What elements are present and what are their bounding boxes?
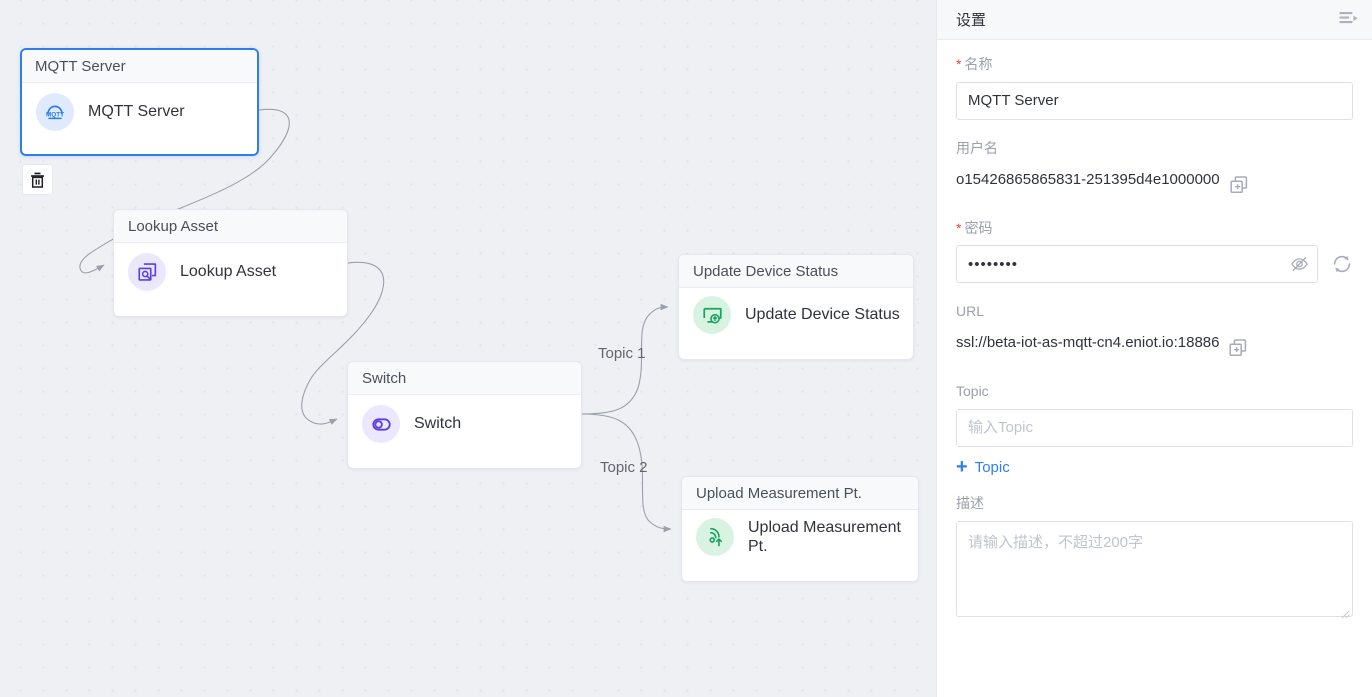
field-password: * 密码: [956, 220, 1353, 284]
node-body: Switch: [348, 395, 581, 453]
lookup-asset-icon: [128, 253, 166, 291]
copy-icon[interactable]: [1230, 166, 1248, 194]
field-topic-label: Topic: [956, 383, 989, 400]
node-switch[interactable]: Switch Switch: [347, 361, 582, 469]
settings-panel-header: 设置: [937, 0, 1372, 40]
field-name-label: * 名称: [956, 56, 1353, 73]
svg-text:MQTT: MQTT: [46, 111, 64, 118]
update-device-status-icon: [693, 296, 731, 334]
node-header-title: Update Device Status: [679, 255, 913, 288]
eye-off-icon[interactable]: [1290, 255, 1309, 274]
edge-label-topic-2: Topic 2: [600, 459, 648, 476]
node-body: MQTT MQTT Server: [22, 83, 257, 141]
required-asterisk: *: [956, 219, 962, 236]
field-password-label: * 密码: [956, 220, 1353, 237]
field-url-label: URL: [956, 303, 985, 320]
plus-icon: +: [956, 455, 968, 478]
password-row: [956, 245, 1353, 284]
settings-panel-title: 设置: [956, 12, 987, 29]
url-value-row: ssl://beta-iot-as-mqtt-cn4.eniot.io:1888…: [956, 329, 1353, 357]
required-asterisk: *: [956, 56, 962, 72]
refresh-icon[interactable]: [1331, 253, 1353, 275]
password-input-wrap: [956, 245, 1318, 284]
field-url: URL ssl://beta-iot-as-mqtt-cn4.eniot.io:…: [956, 303, 1353, 357]
flow-canvas[interactable]: MQTT Server MQTT MQTT Server Lookup Asse…: [0, 0, 936, 697]
node-header-title: Lookup Asset: [114, 210, 347, 243]
node-header-title: Switch: [348, 362, 581, 395]
node-update-device-status[interactable]: Update Device Status Update Device Statu…: [678, 254, 914, 360]
workflow-editor: MQTT Server MQTT MQTT Server Lookup Asse…: [0, 0, 1372, 697]
settings-panel: 设置 *名称 用户名 o154268658658: [936, 0, 1372, 697]
node-label: Switch: [414, 415, 462, 433]
node-body: Upload Measurement Pt.: [682, 510, 918, 564]
field-name: * 名称: [956, 56, 1353, 120]
node-label: Upload Measurement Pt.: [748, 519, 901, 556]
username-value-row: o15426865865831-251395d4e1000000: [956, 166, 1353, 194]
node-body: Update Device Status: [679, 288, 913, 342]
node-upload-measurement-pt[interactable]: Upload Measurement Pt. Upload Measuremen…: [681, 476, 919, 582]
field-username: 用户名 o15426865865831-251395d4e1000000: [956, 140, 1353, 194]
node-lookup-asset[interactable]: Lookup Asset Lookup Asset: [113, 209, 348, 317]
node-header-title: MQTT Server: [22, 50, 257, 83]
name-input[interactable]: [956, 81, 1353, 120]
node-label: MQTT Server: [88, 103, 185, 121]
field-password-label-text: 密码: [964, 219, 993, 236]
upload-measurement-icon: [696, 518, 734, 557]
password-input[interactable]: [956, 245, 1318, 284]
settings-form: *名称 用户名 o15426865865831-251395d4e1000000: [937, 40, 1372, 622]
description-textarea[interactable]: [956, 520, 1353, 617]
collapse-panel-icon[interactable]: [1339, 11, 1359, 28]
field-description: 描述: [956, 495, 1353, 622]
field-description-label: 描述: [956, 494, 984, 511]
node-header-title: Upload Measurement Pt.: [682, 477, 918, 510]
node-label: Lookup Asset: [180, 263, 277, 281]
switch-icon: [362, 405, 400, 443]
copy-icon[interactable]: [1229, 329, 1247, 357]
add-topic-button[interactable]: + Topic: [956, 455, 1010, 478]
delete-node-button[interactable]: [22, 164, 53, 195]
topic-input[interactable]: [956, 408, 1353, 447]
field-username-label: 用户名: [956, 139, 998, 156]
field-topic: Topic: [956, 383, 1353, 447]
trash-icon: [31, 172, 44, 188]
description-textarea-wrap: [956, 520, 1353, 622]
username-value: o15426865865831-251395d4e1000000: [956, 170, 1220, 188]
edge-label-topic-1: Topic 1: [598, 345, 646, 362]
mqtt-cloud-icon: MQTT: [36, 93, 74, 131]
field-name-label-text: 名称: [964, 56, 993, 72]
node-label: Update Device Status: [745, 306, 900, 324]
node-mqtt-server[interactable]: MQTT Server MQTT MQTT Server: [20, 48, 259, 156]
add-topic-label: Topic: [974, 459, 1010, 477]
url-value: ssl://beta-iot-as-mqtt-cn4.eniot.io:1888…: [956, 334, 1220, 352]
node-body: Lookup Asset: [114, 243, 347, 301]
